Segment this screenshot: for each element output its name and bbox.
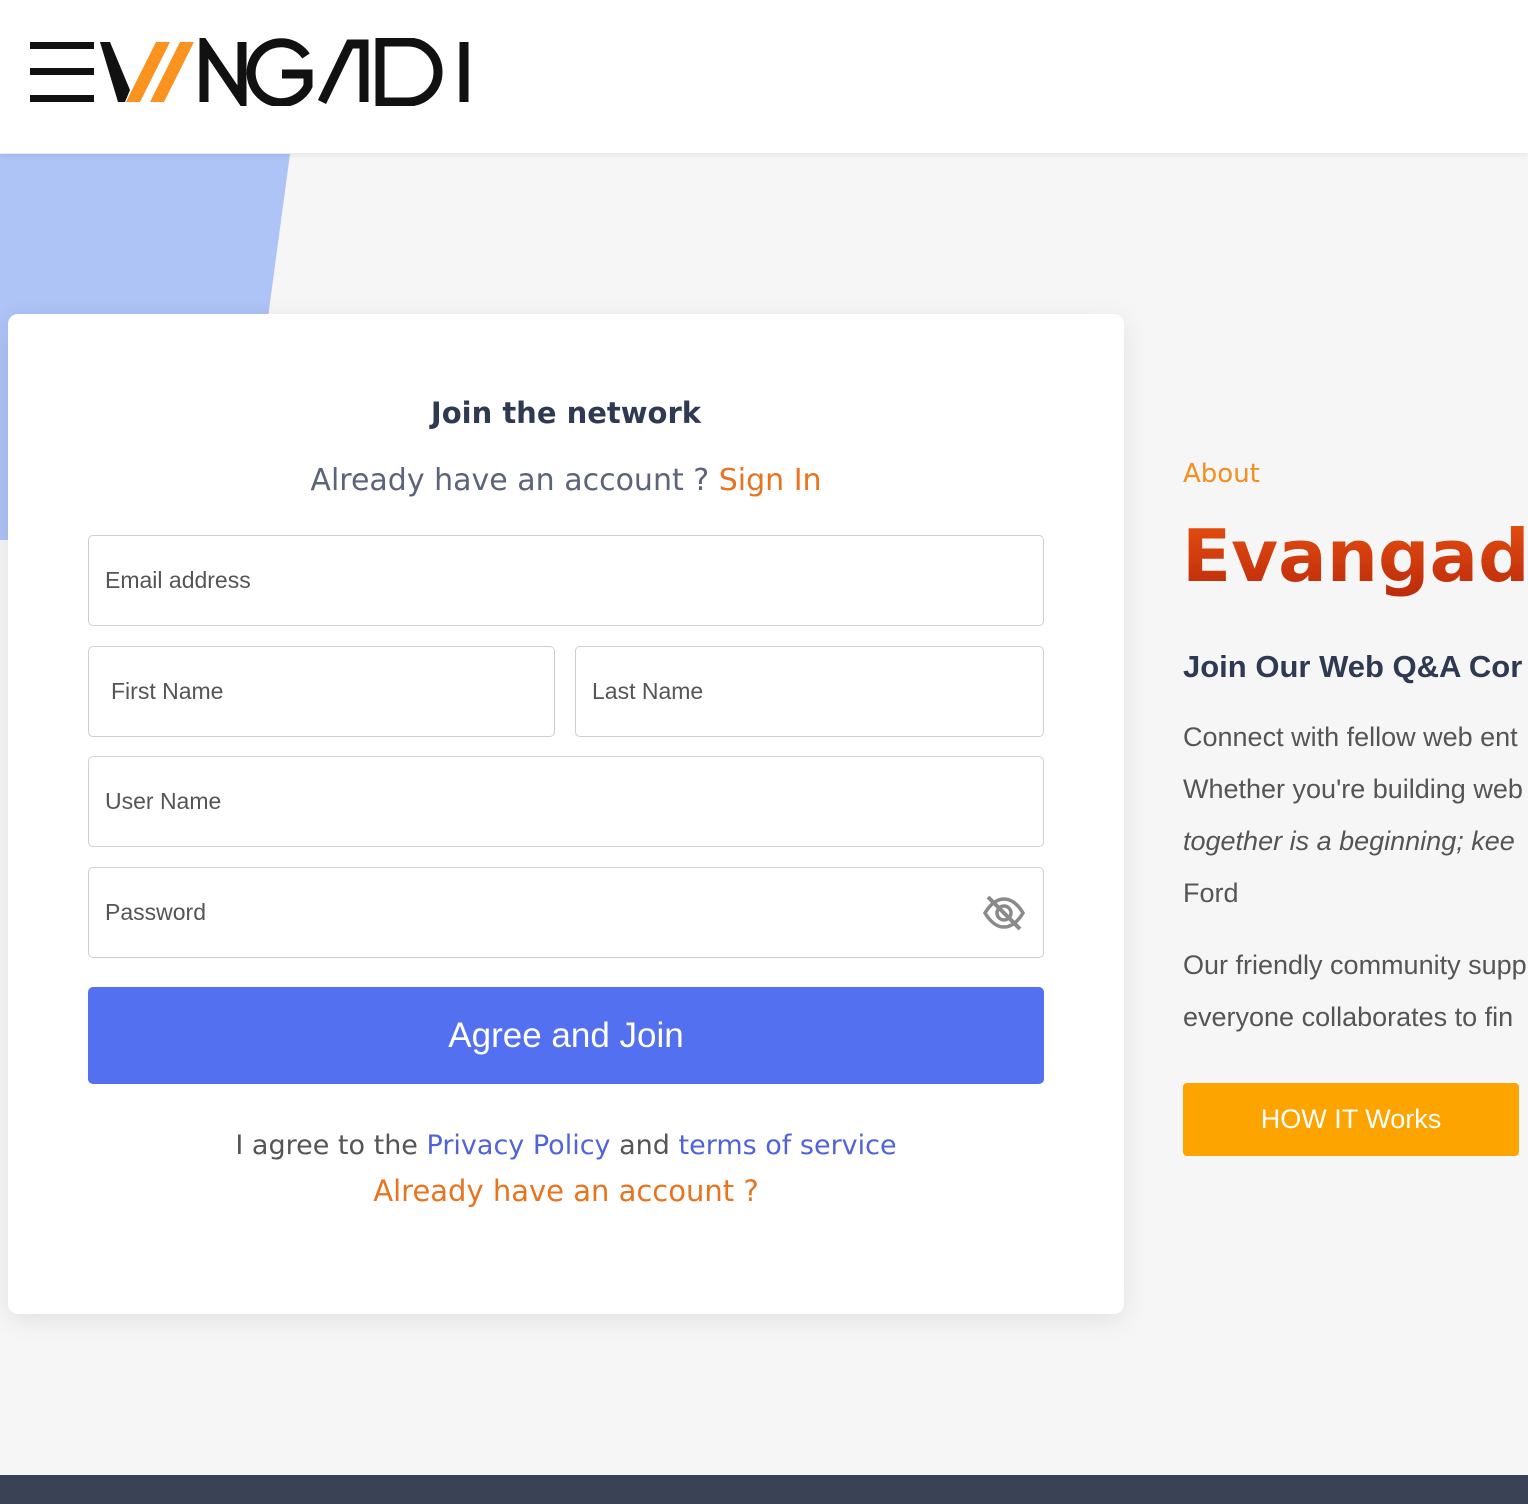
first-name-input[interactable] [89, 678, 554, 705]
signin-prompt-text: Already have an account ? [310, 463, 710, 498]
last-name-input[interactable] [576, 678, 1043, 705]
terms-of-service-link[interactable]: terms of service [679, 1130, 897, 1161]
password-input[interactable] [89, 899, 1043, 926]
about-p1-line4: Ford [1183, 878, 1239, 908]
username-input[interactable] [89, 788, 1043, 815]
agree-and-join-button[interactable]: Agree and Join [88, 987, 1044, 1084]
signin-prompt: Already have an account ? Sign In [8, 463, 1124, 498]
about-quote: together is a beginning; kee [1183, 826, 1515, 856]
about-p2-line1: Our friendly community supp [1183, 950, 1527, 980]
about-title: Evangadi [1182, 514, 1528, 598]
privacy-policy-link[interactable]: Privacy Policy [427, 1130, 611, 1161]
already-account-link[interactable]: Already have an account ? [8, 1174, 1124, 1208]
signin-link[interactable]: Sign In [719, 463, 822, 498]
email-field[interactable] [88, 535, 1044, 626]
how-it-works-button[interactable]: HOW IT Works [1183, 1083, 1519, 1156]
about-paragraph-1: Connect with fellow web ent Whether you'… [1183, 711, 1523, 919]
username-field[interactable] [88, 756, 1044, 847]
about-p1-line2: Whether you're building web [1183, 774, 1523, 804]
eye-slash-icon[interactable] [981, 890, 1027, 936]
about-paragraph-2: Our friendly community supp everyone col… [1183, 939, 1527, 1043]
about-label: About [1183, 459, 1260, 489]
about-p1-line3: together is a beginning; kee [1183, 815, 1523, 867]
last-name-field[interactable] [575, 646, 1044, 737]
first-name-field[interactable] [88, 646, 555, 737]
about-subtitle: Join Our Web Q&A Cor [1183, 649, 1523, 684]
about-p1-line1: Connect with fellow web ent [1183, 722, 1518, 752]
about-p2-line2: everyone collaborates to fin [1183, 1002, 1514, 1032]
password-field[interactable] [88, 867, 1044, 958]
signup-title: Join the network [430, 396, 702, 430]
email-input[interactable] [89, 567, 1043, 594]
